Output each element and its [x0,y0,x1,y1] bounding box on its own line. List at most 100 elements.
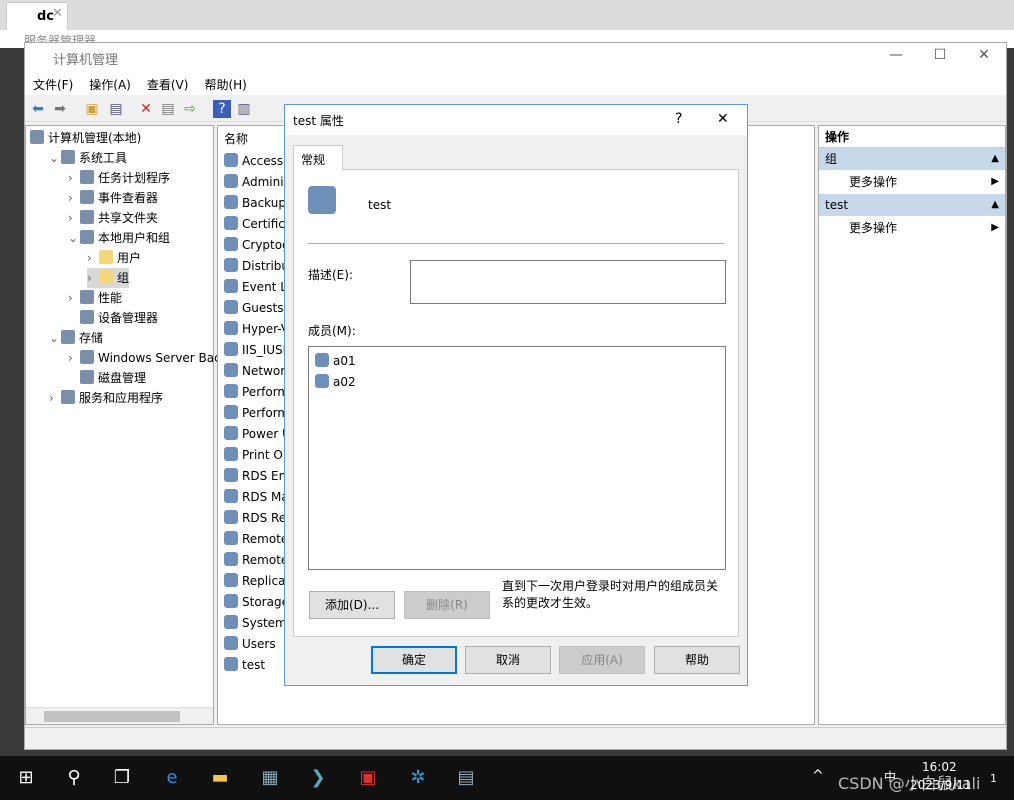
remove-button[interactable]: 删除(R) [404,591,490,619]
tree-item[interactable]: › 性能 [68,288,122,308]
tree-item[interactable]: › Windows Server Back [68,348,228,368]
dialog-close-button[interactable]: ✕ [717,111,729,127]
close-button[interactable]: ✕ [969,47,999,63]
scrollbar-thumb[interactable] [44,711,180,722]
list-item[interactable]: Backup [224,193,286,214]
chevron-icon[interactable]: › [49,388,61,408]
list-item[interactable]: RDS Re [224,508,286,529]
list-item[interactable]: Print Op [224,445,290,466]
list-item[interactable]: Certifica [224,214,292,235]
ok-button[interactable]: 确定 [371,646,457,674]
action-more[interactable]: 更多操作 ▶ [819,170,1005,194]
delete-icon[interactable]: ✕ [137,100,155,118]
chevron-icon[interactable]: › [68,188,80,208]
chevron-icon[interactable]: › [87,268,99,288]
tree-item[interactable]: ⌄ 本地用户和组 [68,228,170,248]
menu-item[interactable]: 文件(F) [33,78,73,92]
task-view-icon[interactable]: ❐ [108,764,136,792]
tree-item[interactable]: › 组 [87,268,130,288]
tree-item[interactable]: ⌄ 系统工具 [49,148,127,168]
maximize-button[interactable]: ☐ [925,47,955,63]
action-more[interactable]: 更多操作 ▶ [819,216,1005,240]
list-item[interactable]: Replica [224,571,285,592]
forward-icon[interactable]: ➡ [51,100,69,118]
chevron-icon[interactable]: › [68,208,80,228]
list-item[interactable]: System [224,613,287,634]
help-dialog-button[interactable]: 帮助 [654,646,740,674]
back-icon[interactable]: ⬅ [29,100,47,118]
tab-general[interactable]: 常规 [293,145,343,170]
help-icon[interactable]: ? [213,100,231,118]
list-item[interactable]: Remote [224,550,288,571]
list-item[interactable]: RDS Ma [224,487,289,508]
minimize-button[interactable]: — [881,47,911,63]
list-item[interactable]: Distribu [224,256,289,277]
server-manager-icon[interactable]: ▦ [256,764,284,792]
notification-count[interactable]: 1 [990,772,997,785]
menu-item[interactable]: 查看(V) [147,78,189,92]
list-item[interactable]: IIS_IUSR [224,340,291,361]
apply-button[interactable]: 应用(A) [559,646,645,674]
list-item[interactable]: Guests [224,298,284,319]
chevron-icon[interactable]: ⌄ [68,228,80,248]
menu-item[interactable]: 操作(A) [89,78,131,92]
network-icon[interactable]: ✲ [404,764,432,792]
toolbox-icon[interactable]: ▣ [354,764,382,792]
tree-item[interactable]: ⌄ 存储 [49,328,103,348]
chevron-icon[interactable]: › [87,248,99,268]
tree-item[interactable]: 设备管理器 [68,308,158,328]
action-group-header[interactable]: 组 ▲ [819,148,1005,170]
export-icon[interactable]: ⇨ [181,100,199,118]
list-item[interactable]: Power U [224,424,291,445]
up-folder-icon[interactable]: ▣ [83,100,101,118]
chevron-icon[interactable]: ⌄ [49,148,61,168]
tree-item[interactable]: › 服务和应用程序 [49,388,163,408]
show-tree-icon[interactable]: ▤ [107,100,125,118]
list-item[interactable]: test [224,655,265,676]
member-item[interactable]: a01 [315,351,356,371]
menu-item[interactable]: 帮助(H) [204,78,246,92]
member-item[interactable]: a02 [315,372,356,392]
properties-icon[interactable]: ▤ [159,100,177,118]
tree-item[interactable]: › 任务计划程序 [68,168,170,188]
powershell-icon[interactable]: ❯ [304,764,332,792]
chevron-icon[interactable]: › [68,288,80,308]
computer-management-icon[interactable]: ▤ [452,764,480,792]
action-group-header[interactable]: test ▲ [819,194,1005,216]
ie-icon[interactable]: e [158,764,186,792]
tree-item[interactable]: 磁盘管理 [68,368,146,388]
file-explorer-icon[interactable]: ▬ [206,764,234,792]
help-button[interactable]: ? [675,111,682,127]
list-item[interactable]: Hyper-V [224,319,289,340]
horizontal-scrollbar[interactable] [26,707,213,724]
description-input[interactable] [410,260,726,304]
list-item[interactable]: Perform [224,382,289,403]
chevron-icon[interactable]: › [68,168,80,188]
cancel-button[interactable]: 取消 [465,646,551,674]
chevron-icon[interactable]: ⌄ [49,328,61,348]
members-list[interactable]: a01 a02 [308,346,726,570]
list-item[interactable]: RDS En [224,466,286,487]
list-item[interactable]: Access [224,151,283,172]
list-item[interactable]: Remote [224,529,288,550]
collapse-icon[interactable]: ▲ [991,194,999,216]
tree-item[interactable]: › 用户 [87,248,141,268]
list-item[interactable]: Users [224,634,276,655]
tree-item[interactable]: › 事件查看器 [68,188,158,208]
add-button[interactable]: 添加(D)... [309,591,395,619]
show-action-pane-icon[interactable]: ▥ [235,100,253,118]
start-icon[interactable]: ⊞ [12,764,40,792]
search-icon[interactable]: ⚲ [60,764,88,792]
list-item[interactable]: Perform [224,403,289,424]
tree-item[interactable]: › 共享文件夹 [68,208,158,228]
column-header-name[interactable]: 名称 [224,130,248,147]
tree-item[interactable]: 计算机管理(本地) [30,128,141,148]
list-item[interactable]: Networ [224,361,285,382]
collapse-icon[interactable]: ▲ [991,148,999,170]
list-item[interactable]: Storage [224,592,289,613]
close-icon[interactable]: ✕ [52,6,63,21]
chevron-icon[interactable]: › [68,348,80,368]
list-item[interactable]: Cryptog [224,235,290,256]
list-item[interactable]: Adminis [224,172,290,193]
show-hidden-icons[interactable]: ^ [812,768,824,784]
